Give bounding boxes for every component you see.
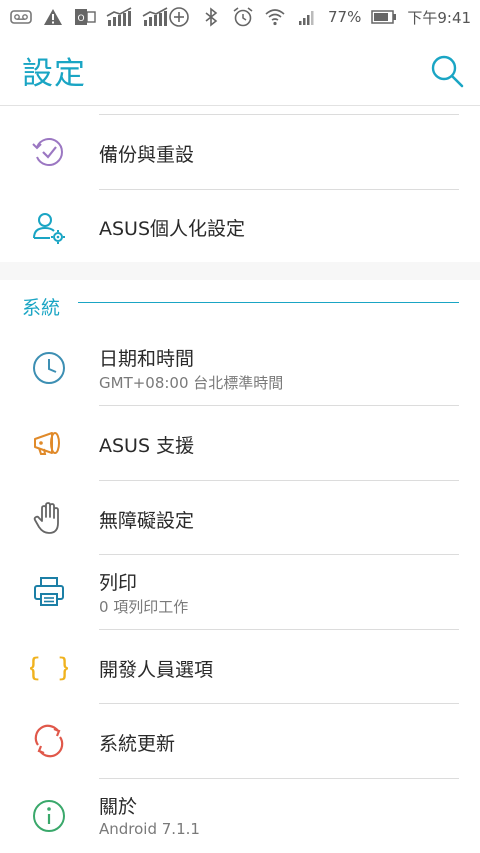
battery-percentage: 77% <box>328 8 362 26</box>
alarm-icon <box>232 6 254 28</box>
list-item-about[interactable]: 關於 Android 7.1.1 <box>0 779 480 853</box>
search-icon <box>431 55 464 88</box>
section-spacer <box>0 262 480 280</box>
search-button[interactable] <box>428 52 466 90</box>
voicemail-icon <box>10 6 32 28</box>
svg-text:{ }: { } <box>30 653 68 683</box>
cell-signal-icon <box>296 6 318 28</box>
refresh-icon <box>30 722 68 760</box>
item-title: ASUS 支援 <box>99 435 195 457</box>
item-subtitle: GMT+08:00 台北標準時間 <box>99 374 284 392</box>
item-title: 開發人員選項 <box>99 659 214 681</box>
section-label: 系統 <box>22 297 61 319</box>
item-subtitle: Android 7.1.1 <box>99 820 200 838</box>
clock-icon <box>30 349 68 387</box>
bluetooth-icon <box>200 6 222 28</box>
warning-icon <box>42 6 64 28</box>
svg-text:O: O <box>77 14 84 24</box>
item-title: 系統更新 <box>99 733 176 755</box>
backup-check-icon <box>30 133 68 171</box>
status-right-icons: 77% 下午9:41 <box>168 6 471 28</box>
battery-icon <box>371 6 397 28</box>
outlook-icon: O <box>74 6 96 28</box>
clock-time: 下午9:41 <box>407 8 472 27</box>
list-item-developer[interactable]: { } 開發人員選項 <box>0 630 480 704</box>
page-title: 設定 <box>22 56 86 92</box>
list-item-asus-personalize[interactable]: ASUS個人化設定 <box>0 190 480 262</box>
list-item-asus-support[interactable]: ASUS 支援 <box>0 406 480 480</box>
section-line <box>78 302 459 303</box>
item-title: 備份與重設 <box>99 144 195 166</box>
item-subtitle: 0 項列印工作 <box>99 598 189 616</box>
app-bar: 設定 <box>0 34 480 106</box>
signal-chart-icon <box>142 6 168 28</box>
status-left-icons: O <box>10 6 168 28</box>
item-title: 日期和時間 <box>99 348 195 370</box>
list-item-printing[interactable]: 列印 0 項列印工作 <box>0 555 480 629</box>
braces-icon: { } <box>26 648 73 686</box>
data-saver-icon <box>168 6 190 28</box>
megaphone-icon <box>30 424 68 462</box>
signal-chart-icon <box>106 6 132 28</box>
item-title: 關於 <box>99 796 138 818</box>
wifi-icon <box>264 6 286 28</box>
user-gear-icon <box>30 208 68 246</box>
list-item-system-update[interactable]: 系統更新 <box>0 704 480 778</box>
section-header-system: 系統 <box>0 280 480 326</box>
item-title: ASUS個人化設定 <box>99 218 246 240</box>
hand-icon <box>30 499 68 537</box>
list-item-date-time[interactable]: 日期和時間 GMT+08:00 台北標準時間 <box>0 331 480 405</box>
status-bar: O 77% 下午9:41 <box>0 0 480 34</box>
item-title: 無障礙設定 <box>99 510 195 532</box>
printer-icon <box>30 573 68 611</box>
item-title: 列印 <box>99 572 138 594</box>
list-item-accessibility[interactable]: 無障礙設定 <box>0 481 480 555</box>
info-icon <box>30 797 68 835</box>
list-item-backup-reset[interactable]: 備份與重設 <box>0 115 480 189</box>
